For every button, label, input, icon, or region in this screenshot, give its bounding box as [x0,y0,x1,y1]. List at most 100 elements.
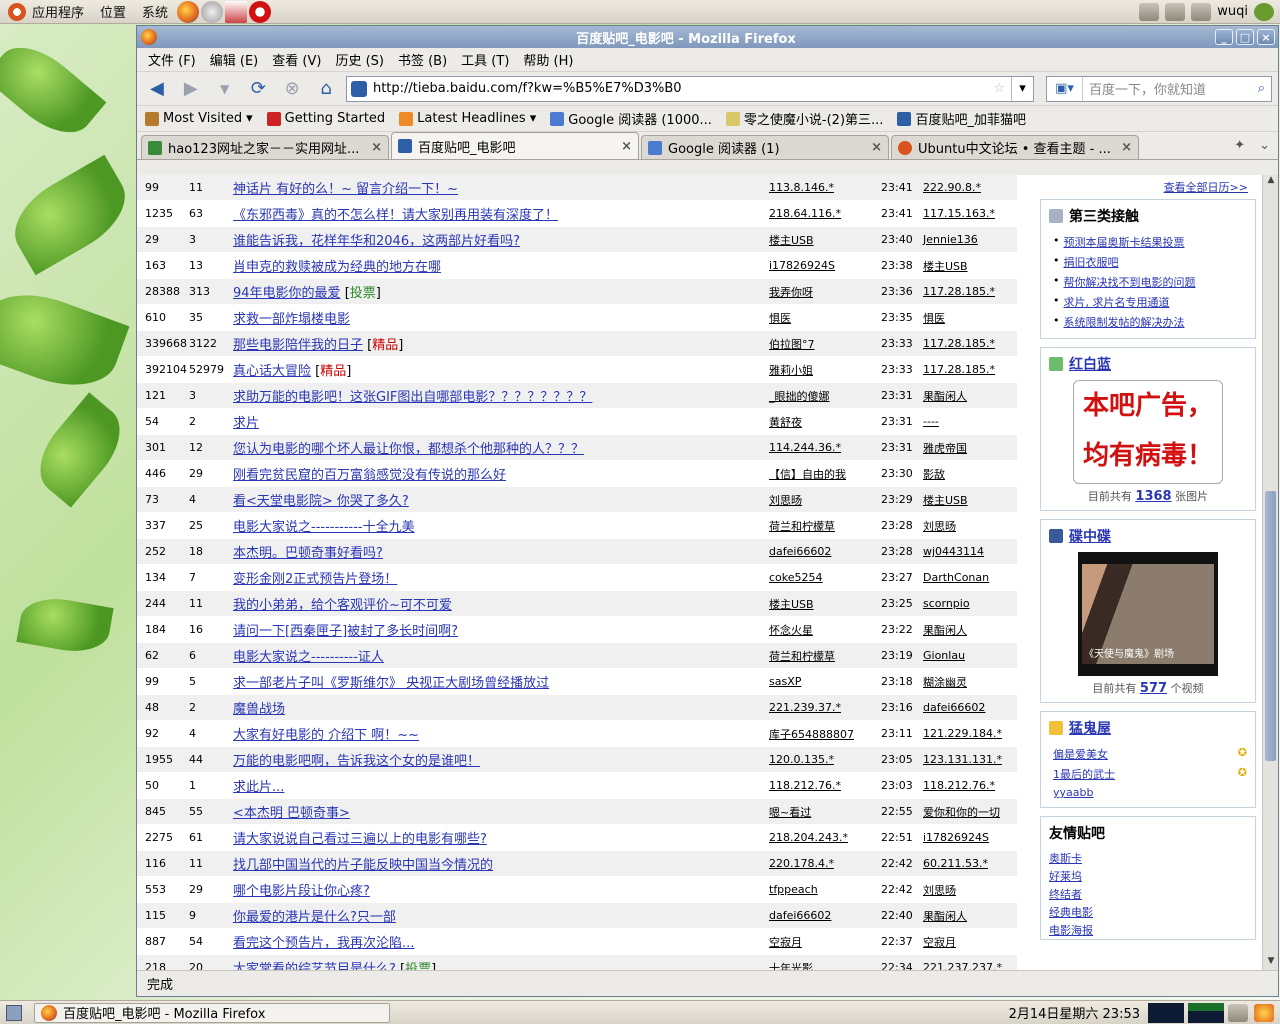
memory-monitor[interactable] [1188,1002,1224,1023]
new-tab-icon[interactable]: ✦ [1234,138,1245,153]
close-tab-icon[interactable]: × [371,140,382,155]
last-replier[interactable]: 221.237.237.* [923,961,1017,970]
thread-tag[interactable]: [精品] [367,338,403,353]
last-replier[interactable]: wj0443114 [923,545,1017,558]
thread-title-link[interactable]: 神话片 有好的么！~ 留言介绍一下！~ [233,182,458,197]
search-engine-icon[interactable]: ▣▾ [1047,76,1083,101]
thread-author[interactable]: 220.178.4.* [769,857,881,870]
url-bar[interactable]: http://tieba.baidu.com/f?kw=%B5%E7%D3%B0… [345,75,1034,102]
close-tab-icon[interactable]: × [621,139,632,154]
third-contact-link[interactable]: 求片, 求片名专用通道 [1064,294,1170,310]
bookmark-google-reader[interactable]: Google 阅读器 (1000... [550,109,712,128]
thread-title-link[interactable]: 本杰明。巴顿奇事好看吗? [233,546,383,561]
thread-author[interactable]: sasXP [769,675,881,688]
last-replier[interactable]: 雅虎帝国 [923,440,1017,456]
thread-author[interactable]: 113.8.146.* [769,181,881,194]
thread-author[interactable]: 114.244.36.* [769,441,881,454]
friend-bar-link[interactable]: 好莱坞 [1041,867,1255,885]
thread-title-link[interactable]: 真心话大冒险 [233,364,311,379]
thread-title-link[interactable]: 我的小弟弟，给个客观评价~可不可爱 [233,598,452,613]
bookmark-most-visited[interactable]: Most Visited ▾ [145,111,253,126]
last-replier[interactable]: 果酯闲人 [923,622,1017,638]
thread-author[interactable]: 荷兰和柠檬草 [769,518,881,534]
last-replier[interactable]: 惧医 [923,310,1017,326]
third-contact-link[interactable]: 预测本届奥斯卡结果投票 [1064,234,1185,250]
thread-author[interactable]: 嗯~看过 [769,804,881,820]
thread-title-link[interactable]: 求片 [233,416,259,431]
scroll-down-icon[interactable]: ▼ [1263,956,1279,970]
last-replier[interactable]: 117.28.185.* [923,363,1017,376]
minimize-button[interactable]: _ [1215,29,1233,45]
last-replier[interactable]: Gionlau [923,649,1017,662]
thread-title-link[interactable]: 大家常看的综艺节目是什么? [233,962,396,970]
thread-title-link[interactable]: 变形金刚2正式预告片登场！ [233,572,397,587]
search-input[interactable]: 百度一下，你就知道 [1083,79,1252,98]
last-replier[interactable]: 117.15.163.* [923,207,1017,220]
thread-title-link[interactable]: 求一部老片子叫《罗斯维尔》 央视正大剧场曾经播放过 [233,676,549,691]
thread-author[interactable]: 怀念火星 [769,622,881,638]
thread-title-link[interactable]: 求此片... [233,780,284,795]
third-contact-link[interactable]: 捐旧衣服吧 [1064,254,1119,270]
thread-author[interactable]: 刘思旸 [769,492,881,508]
places-menu[interactable]: 位置 [92,0,134,24]
ghost-user-link[interactable]: 1最后的武士 [1053,766,1115,782]
window-titlebar[interactable]: 百度贴吧_电影吧 - Mozilla Firefox _ □ × [137,26,1278,48]
scroll-thumb[interactable] [1265,491,1276,761]
tab-list-icon[interactable]: ⌄ [1259,138,1270,153]
friend-bar-link[interactable]: 奥斯卡 [1041,849,1255,867]
ghost-user-link[interactable]: 偏是爱美女 [1053,746,1108,762]
workspace-switcher[interactable] [1228,1003,1248,1022]
third-contact-link[interactable]: 系统限制发帖的解决办法 [1064,314,1185,330]
thread-title-link[interactable]: 谁能告诉我，花样年华和2046，这两部片好看吗? [233,234,520,249]
last-replier[interactable]: 222.90.8.* [923,181,1017,194]
thread-tag[interactable]: [投票] [400,962,436,970]
thread-author[interactable]: i17826924S [769,259,881,272]
history-dropdown-icon[interactable]: ▼ [211,76,239,102]
last-replier[interactable]: 118.212.76.* [923,779,1017,792]
ghost-user-link[interactable]: yyaabb [1053,786,1093,799]
bookmark-latest-headlines[interactable]: Latest Headlines ▾ [399,111,536,126]
last-replier[interactable]: 楼主USB [923,492,1017,508]
video-thumbnail[interactable]: 《天使与魔鬼》剧场 [1078,552,1218,676]
update-icon[interactable] [1254,2,1274,21]
menu-bookmarks[interactable]: 书签 (B) [391,50,454,69]
firefox-tray-icon[interactable] [1254,1003,1274,1022]
reload-button[interactable]: ⟳ [244,76,272,102]
thread-title-link[interactable]: 电影大家说之----------证人 [233,650,384,665]
thread-title-link[interactable]: 您认为电影的哪个坏人最让你恨，都想杀个他那种的人？？？ [233,442,584,457]
bookmark-tieba-garfield[interactable]: 百度贴吧_加菲猫吧 [897,109,1026,128]
last-replier[interactable]: dafei66602 [923,701,1017,714]
thread-title-link[interactable]: 看完这个预告片，我再次沦陷... [233,936,414,951]
last-replier[interactable]: 刘思旸 [923,882,1017,898]
last-replier[interactable]: 60.211.53.* [923,857,1017,870]
mail-launcher-icon[interactable] [201,0,224,23]
last-replier[interactable]: scornpio [923,597,1017,610]
search-icon[interactable]: ⌕ [1252,81,1271,96]
thread-title-link[interactable]: 你最爱的港片是什么?只一部 [233,910,396,925]
printer-icon[interactable] [1165,2,1186,21]
thread-author[interactable]: 雅莉小姐 [769,362,881,378]
url-dropdown-icon[interactable]: ▾ [1010,76,1033,101]
taskbar-firefox-button[interactable]: 百度贴吧_电影吧 - Mozilla Firefox [34,1002,390,1023]
last-replier[interactable]: Jennie136 [923,233,1017,246]
close-window-button[interactable]: × [1257,29,1275,45]
thread-author[interactable]: 楼主USB [769,596,881,612]
calendar-more-link[interactable]: 查看全部日历>> [1164,181,1248,194]
thread-title-link[interactable]: 肖申克的救赎被成为经典的地方在哪 [233,260,441,275]
last-replier[interactable]: i17826924S [923,831,1017,844]
cpu-monitor[interactable] [1148,1002,1184,1023]
thread-title-link[interactable]: <本杰明 巴顿奇事> [233,806,350,821]
last-replier[interactable]: 影敌 [923,466,1017,482]
close-tab-icon[interactable]: × [871,140,882,155]
thread-author[interactable]: 黄舒夜 [769,414,881,430]
last-replier[interactable]: ---- [923,415,1017,428]
close-tab-icon[interactable]: × [1121,140,1132,155]
thread-author[interactable]: 伯拉图°7 [769,336,881,352]
thread-title-link[interactable]: 94年电影你的最爱 [233,286,341,301]
thread-author[interactable]: 218.204.243.* [769,831,881,844]
bookmark-star-icon[interactable]: ☆ [987,81,1011,96]
thread-author[interactable]: 楼主USB [769,232,881,248]
thread-tag[interactable]: [精品] [315,364,351,379]
thread-title-link[interactable]: 求助万能的电影吧！这张GIF图出自哪部电影？？？？？？？？ [233,390,592,405]
thread-title-link[interactable]: 刚看完贫民窟的百万富翁感觉没有传说的那么好 [233,468,506,483]
